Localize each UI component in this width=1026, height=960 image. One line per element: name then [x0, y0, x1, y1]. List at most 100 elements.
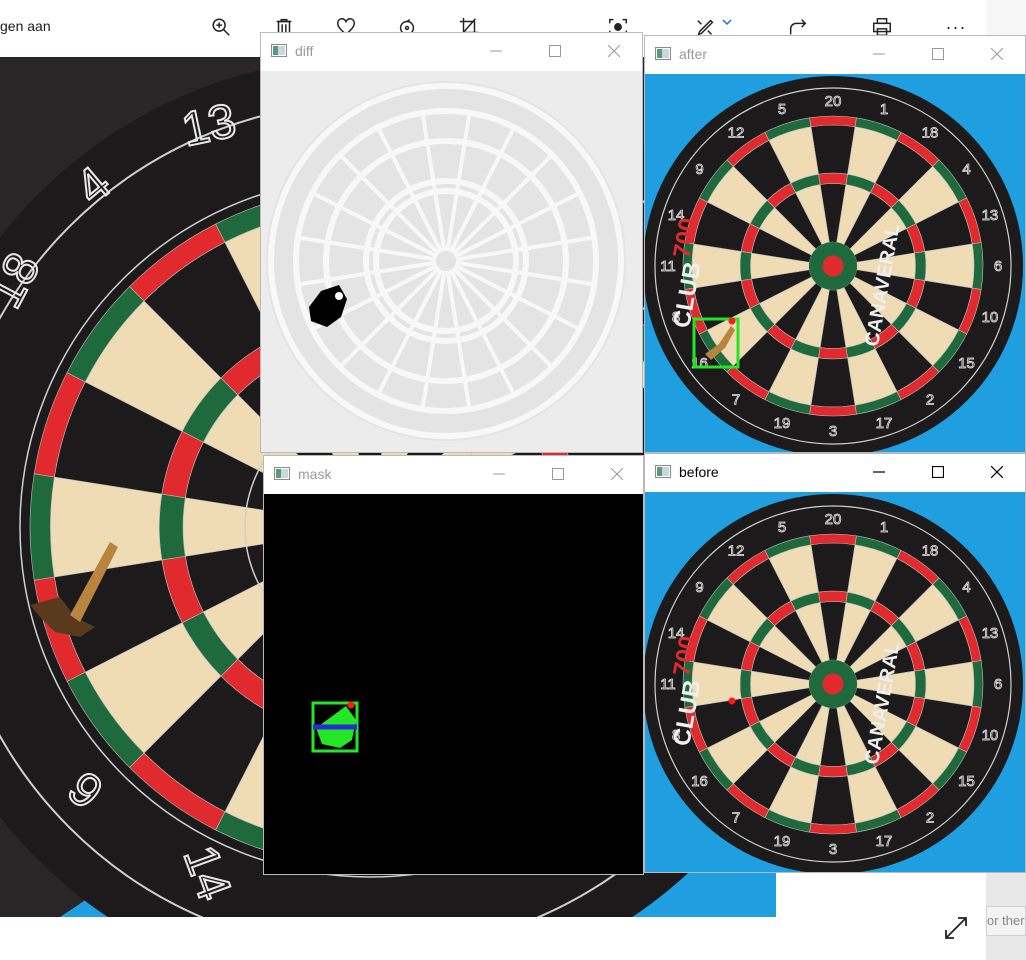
expand-button[interactable] — [940, 912, 972, 944]
board-segment — [809, 533, 857, 546]
window-title: after — [679, 46, 708, 62]
board-number: 3 — [829, 423, 837, 440]
app-window-icon — [271, 44, 287, 57]
board-number: 3 — [829, 841, 837, 858]
zoom-in-button[interactable] — [208, 14, 234, 40]
board-number: 12 — [728, 125, 745, 142]
board-number: 17 — [876, 415, 893, 432]
window-mask[interactable]: mask — [263, 455, 644, 875]
board-number: 18 — [922, 543, 939, 560]
board-number: 12 — [728, 543, 745, 560]
close-button[interactable] — [987, 44, 1007, 64]
close-icon — [991, 48, 1003, 60]
board-number: 20 — [825, 511, 842, 528]
board-number: 19 — [774, 415, 791, 432]
minimize-button[interactable] — [869, 462, 889, 482]
window-mask-titlebar[interactable]: mask — [264, 456, 643, 492]
minimize-icon — [490, 50, 502, 52]
window-title: diff — [295, 43, 314, 59]
board-number: 1 — [880, 101, 888, 118]
board-number: 19 — [774, 833, 791, 850]
board-number: 13 — [982, 625, 999, 642]
board-number: 15 — [958, 773, 975, 790]
board-number: 9 — [695, 161, 703, 178]
mask-tip-marker — [347, 701, 355, 709]
board-number: 18 — [922, 125, 939, 142]
board-segment — [809, 404, 857, 417]
window-diff[interactable]: diff — [260, 32, 643, 453]
maximize-icon — [549, 45, 561, 57]
window-diff-titlebar[interactable]: diff — [261, 33, 642, 69]
close-button[interactable] — [987, 462, 1007, 482]
close-icon — [991, 466, 1003, 478]
search-input[interactable]: or ther — [986, 906, 1026, 936]
photo-footer — [0, 917, 986, 960]
app-window-icon — [655, 47, 671, 60]
board-segment — [809, 822, 857, 835]
minimize-button[interactable] — [486, 41, 506, 61]
maximize-button[interactable] — [928, 44, 948, 64]
board-number: 16 — [691, 773, 708, 790]
zoom-in-icon — [212, 18, 230, 36]
photo-title: gen aan — [0, 18, 51, 34]
maximize-button[interactable] — [928, 462, 948, 482]
board-number: 11 — [660, 676, 676, 693]
board-segment — [818, 172, 848, 185]
board-segment — [739, 669, 752, 699]
board-number: 4 — [962, 579, 970, 596]
minimize-icon — [873, 471, 885, 473]
board-segment — [971, 242, 984, 290]
board-number: 5 — [778, 519, 786, 536]
window-after-titlebar[interactable]: after — [645, 36, 1025, 72]
chevron-down-icon — [722, 19, 732, 26]
board-number-13: 13 — [177, 94, 240, 157]
maximize-button[interactable] — [548, 464, 568, 484]
mask-image — [264, 494, 643, 874]
window-before-titlebar[interactable]: before — [645, 454, 1025, 490]
board-segment — [914, 251, 927, 281]
board-segment — [818, 765, 848, 778]
board-number: 9 — [695, 579, 703, 596]
board-number: 11 — [660, 258, 676, 275]
board-segment — [818, 590, 848, 603]
board-number: 13 — [982, 207, 999, 224]
board-number: 15 — [958, 355, 975, 372]
minimize-button[interactable] — [489, 464, 509, 484]
board-number: 2 — [926, 391, 934, 408]
after-image: 20 1 18 4 13 6 10 15 2 17 3 19 7 16 8 11 14 9 12 5 CLUB 700… — [645, 74, 1025, 452]
minimize-button[interactable] — [869, 44, 889, 64]
board-number: 20 — [825, 93, 842, 110]
window-title: mask — [298, 466, 332, 482]
close-button[interactable] — [607, 464, 627, 484]
bullseye — [822, 255, 844, 277]
board-segment — [158, 493, 186, 561]
board-number: 6 — [994, 676, 1002, 693]
before-image: 20 1 18 4 13 6 10 15 2 17 3 19 7 16 8 11 14 9 12 5 CLUB 700… — [645, 492, 1025, 872]
diff-image — [261, 71, 642, 452]
board-number: 7 — [732, 809, 740, 826]
maximize-icon — [552, 468, 564, 480]
window-title: before — [679, 464, 719, 480]
maximize-button[interactable] — [545, 41, 565, 61]
board-number: 7 — [732, 391, 740, 408]
board-number: 17 — [876, 833, 893, 850]
close-button[interactable] — [604, 41, 624, 61]
board-segment — [818, 347, 848, 360]
board-number: 5 — [778, 101, 786, 118]
board-segment — [914, 669, 927, 699]
board-number: 10 — [982, 309, 999, 326]
board-number: 2 — [926, 809, 934, 826]
minimize-icon — [493, 473, 505, 475]
app-window-icon — [274, 467, 290, 480]
maximize-icon — [932, 466, 944, 478]
board-number: 4 — [962, 161, 970, 178]
close-icon — [608, 45, 620, 57]
minimize-icon — [873, 53, 885, 55]
board-number: 1 — [880, 519, 888, 536]
board-number: 6 — [994, 258, 1002, 275]
window-after[interactable]: after 20 1 18 4 13 6 10 15 2 17 3 19 7 16 8 11 14 9 12 5 CL… — [644, 35, 1026, 453]
board-segment — [739, 251, 752, 281]
tip-marker — [728, 317, 736, 325]
maximize-icon — [932, 48, 944, 60]
window-before[interactable]: before 20 1 18 4 13 6 10 15 2 17 3 19 7 16 8 11 14 9 12 5 C… — [644, 453, 1026, 873]
